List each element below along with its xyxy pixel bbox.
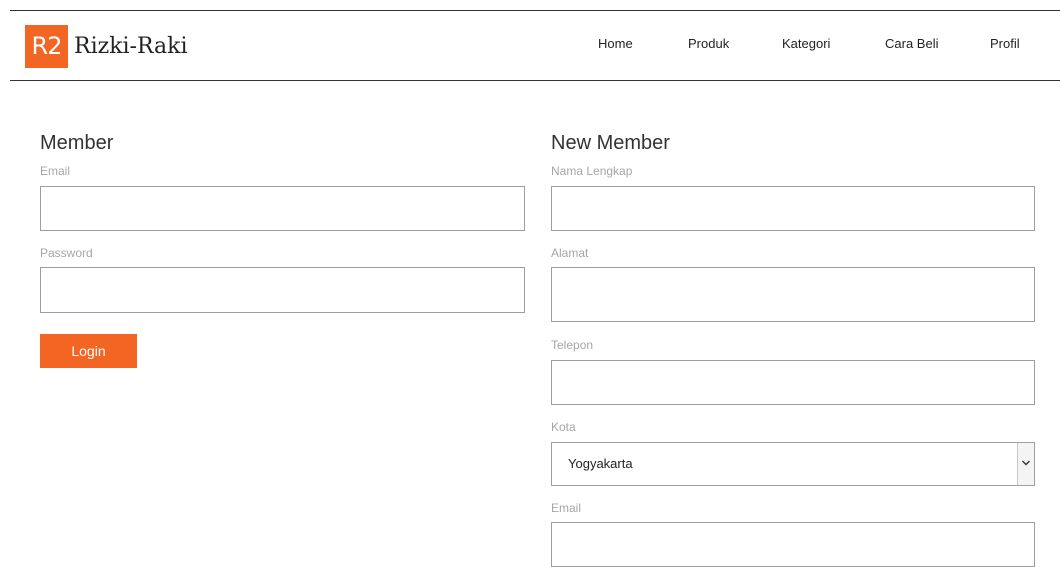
logo-text: Rizki-Raki [74,34,188,59]
logo-mark: R2 [25,25,68,68]
new-member-email-label: Email [551,501,582,515]
telepon-input[interactable] [551,360,1035,405]
login-button[interactable]: Login [40,334,137,368]
nav-produk-link[interactable]: Produk [688,36,729,51]
chevron-down-icon[interactable] [1017,443,1034,485]
new-member-email-input[interactable] [551,522,1035,567]
telepon-label: Telepon [551,338,594,352]
nama-lengkap-label: Nama Lengkap [551,164,633,178]
nav-cara-beli-link[interactable]: Cara Beli [885,36,938,51]
kota-select[interactable]: Yogyakarta [551,442,1035,486]
new-member-section-title: New Member [551,132,670,154]
alamat-label: Alamat [551,246,589,260]
kota-selected-value: Yogyakarta [568,456,633,471]
nav-profil-link[interactable]: Profil [990,36,1020,51]
nav-kategori-link[interactable]: Kategori [782,36,830,51]
alamat-input[interactable] [551,267,1035,322]
site-header: R2 Rizki-Raki Home Produk Kategori Cara … [10,11,1060,81]
member-email-input[interactable] [40,186,525,231]
member-section-title: Member [40,132,114,154]
member-password-input[interactable] [40,267,525,313]
nav-home-link[interactable]: Home [598,36,633,51]
member-email-label: Email [40,164,71,178]
site-logo[interactable]: R2 Rizki-Raki [25,25,188,68]
nama-lengkap-input[interactable] [551,186,1035,231]
member-password-label: Password [40,246,93,260]
kota-label: Kota [551,420,576,434]
